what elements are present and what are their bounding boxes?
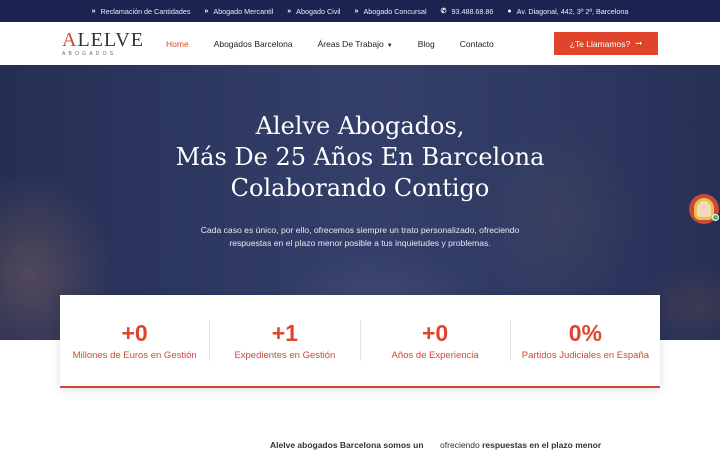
main-navigation: ALELVE ABOGADOS Home Abogados Barcelona … bbox=[0, 22, 720, 65]
stat-item: +0 Millones de Euros en Gestión bbox=[60, 295, 209, 386]
top-info-bar: » Reclamación de Cantidades » Abogado Merc… bbox=[0, 0, 720, 22]
logo-subtitle: ABOGADOS bbox=[62, 51, 117, 57]
agent-avatar-icon bbox=[694, 198, 714, 220]
hero-heading-line2: Más De 25 Años En Barcelona bbox=[175, 143, 545, 171]
phone-icon: ✆ bbox=[440, 8, 447, 15]
topbar-item-civil[interactable]: » Abogado Civil bbox=[287, 7, 340, 16]
map-pin-icon: ● bbox=[507, 7, 512, 15]
topbar-item-reclamacion[interactable]: » Reclamación de Cantidades bbox=[92, 7, 191, 16]
chevrons-right-icon: » bbox=[287, 7, 292, 15]
stat-item: +1 Expedientes en Gestión bbox=[210, 295, 359, 386]
stat-label: Expedientes en Gestión bbox=[234, 350, 336, 361]
call-me-button[interactable]: ¿Te Llamamos? ➞ bbox=[554, 32, 658, 55]
nav-item-home[interactable]: Home bbox=[166, 39, 189, 49]
chevrons-right-icon: » bbox=[354, 7, 359, 15]
nav-item-label: Áreas De Trabajo bbox=[317, 38, 384, 49]
arrow-right-icon: ➞ bbox=[635, 38, 643, 48]
intro-bold-2: respuestas en el plazo menor bbox=[482, 440, 602, 450]
topbar-item-label: Reclamación de Cantidades bbox=[100, 6, 191, 16]
stat-item: +0 Años de Experiencia bbox=[361, 295, 510, 386]
address-text: Av. Diagonal, 442, 3º 2ª, Barcelona bbox=[516, 6, 629, 16]
stat-value: +0 bbox=[121, 320, 148, 346]
stats-panel: +0 Millones de Euros en Gestión +1 Exped… bbox=[60, 295, 660, 388]
hero-heading-line3: Colaborando Contigo bbox=[230, 174, 490, 202]
hero-heading: Alelve Abogados, Más De 25 Años En Barce… bbox=[0, 111, 720, 204]
topbar-item-mercantil[interactable]: » Abogado Mercantil bbox=[204, 7, 273, 16]
chevrons-right-icon: » bbox=[204, 7, 209, 15]
hero-description: Cada caso es único, por ello, ofrecemos … bbox=[200, 225, 520, 248]
stat-label: Años de Experiencia bbox=[391, 350, 479, 361]
nav-menu: Home Abogados Barcelona Áreas De Trabajo… bbox=[166, 22, 519, 65]
cta-label: ¿Te Llamamos? bbox=[569, 38, 631, 49]
stat-value: +0 bbox=[422, 320, 449, 346]
topbar-item-concursal[interactable]: » Abogado Concursal bbox=[355, 7, 427, 16]
nav-item-blog[interactable]: Blog bbox=[418, 39, 435, 49]
stat-value: +1 bbox=[271, 320, 298, 346]
chat-widget-button[interactable] bbox=[689, 194, 719, 224]
intro-text: Alelve abogados Barcelona somos un ofrec… bbox=[270, 440, 650, 450]
phone-number: 93.488.68.86 bbox=[451, 6, 494, 16]
nav-item-abogados-barcelona[interactable]: Abogados Barcelona bbox=[214, 39, 293, 49]
topbar-item-label: Abogado Concursal bbox=[363, 6, 427, 16]
caret-down-icon: ▼ bbox=[386, 42, 393, 49]
topbar-item-label: Abogado Mercantil bbox=[213, 6, 274, 16]
stat-label: Millones de Euros en Gestión bbox=[72, 350, 197, 361]
logo-wordmark: ALELVE bbox=[62, 29, 144, 51]
hero-heading-line1: Alelve Abogados, bbox=[255, 112, 465, 140]
topbar-phone[interactable]: ✆ 93.488.68.86 bbox=[441, 7, 494, 16]
stat-value: 0% bbox=[568, 320, 602, 346]
site-logo[interactable]: ALELVE ABOGADOS bbox=[62, 29, 144, 58]
stat-item: 0% Partidos Judiciales en España bbox=[511, 295, 660, 386]
nav-item-contacto[interactable]: Contacto bbox=[460, 39, 494, 49]
stat-label: Partidos Judiciales en España bbox=[521, 350, 650, 361]
intro-bold-1: Alelve abogados Barcelona somos un bbox=[270, 440, 424, 450]
nav-item-areas-de-trabajo[interactable]: Áreas De Trabajo ▼ bbox=[318, 39, 393, 49]
online-status-icon bbox=[712, 214, 719, 221]
topbar-address[interactable]: ● Av. Diagonal, 442, 3º 2ª, Barcelona bbox=[507, 7, 628, 16]
topbar-item-label: Abogado Civil bbox=[296, 6, 341, 16]
intro-normal: ofreciendo bbox=[440, 440, 480, 450]
chevrons-right-icon: » bbox=[91, 7, 96, 15]
